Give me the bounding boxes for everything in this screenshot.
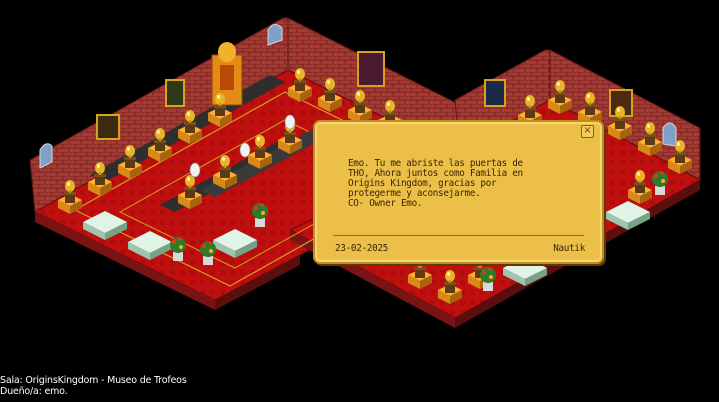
trophy-message: Emo. Tu me abriste las puertas de THO, A… (348, 158, 523, 209)
trophy-signature: Nautik (553, 243, 585, 254)
trophy-date: 23-02-2025 (335, 243, 388, 254)
room-name: Sala: OriginsKingdom - Museo de Trofeos (0, 375, 187, 386)
trophy-note-popup: × Emo. Tu me abriste las puertas de THO,… (313, 120, 604, 264)
room-info: Sala: OriginsKingdom - Museo de Trofeos … (0, 375, 187, 397)
room-owner: Dueño/a: emo. (0, 386, 68, 397)
close-icon[interactable]: × (581, 125, 594, 138)
note-divider (333, 235, 584, 236)
